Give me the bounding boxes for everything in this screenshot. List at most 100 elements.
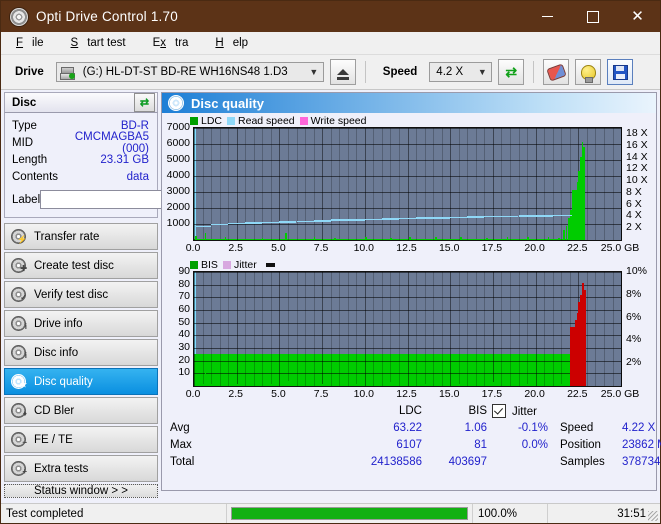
legend-item-jitter: Jitter [222,259,257,271]
chart-bar [287,380,290,386]
sidebar-item-transfer-rate[interactable]: ⚡ Transfer rate [4,223,158,250]
save-button[interactable] [607,59,634,85]
chart-bar [328,238,331,240]
sidebar-item-fe-te[interactable]: ~ FE / TE [4,426,158,453]
chart-bar [349,382,352,386]
sidebar-item-cd-bler[interactable]: ♦ CD Bler [4,397,158,424]
speed-line-segment [467,216,485,218]
gridline-vertical [407,272,409,386]
ldc-chart[interactable]: 1000 2000 3000 4000 5000 6000 7000 2 X4 X6 X8 … [162,121,656,257]
x-tick-label: 22.5 [567,242,588,254]
chart-bar [404,383,406,386]
legend-swatch-write-speed [299,116,308,125]
chart-bar [520,383,522,386]
menu-item-start-test[interactable]: Start test [62,34,144,52]
close-button[interactable]: ✕ [615,1,660,32]
chart-bar [557,237,560,240]
chart-bar [328,382,331,386]
x-tick-label: 7.5 [313,388,329,400]
sidebar-item-disc-quality[interactable]: ★ Disc quality [4,368,158,395]
status-window-button[interactable]: Status window > > [4,484,158,498]
status-bar: Test completed 100.0% 31:51 [1,503,660,523]
sidebar-item-create-test-disc[interactable]: ✚ Create test disc [4,252,158,279]
speed-line-segment [552,214,570,217]
chart-bar [554,382,557,386]
maximize-button[interactable] [570,1,615,32]
y-tick-label: 60 [178,303,190,315]
chart-bar [210,383,212,386]
chart-bar [250,238,253,240]
chart-bar [322,383,324,386]
gridline-horizontal [194,192,621,193]
ldc-speed-axis: 2 X4 X6 X8 X 10 X 12 X 14 X 16 X 18 X [622,127,656,241]
speed-select[interactable]: 4.2 X ▼ [429,62,493,82]
chart-bar [369,238,372,240]
minimize-button[interactable] [525,1,570,32]
menu-item-help[interactable]: Help [206,34,266,52]
disc-row-length: Length 23.31 GB [12,151,151,168]
chart-bar [298,238,300,240]
chart-bar [465,383,468,386]
sidebar-item-disc-info[interactable]: i Disc info [4,339,158,366]
x-tick-label: 5.0 [271,242,286,254]
disc-refresh-button[interactable]: ⇄ [134,93,155,112]
x-tick-label: 10.0 [353,242,375,254]
minimize-icon [542,16,553,17]
sidebar-item-label: Disc quality [34,375,93,388]
stats-header-bis: BIS [468,405,487,417]
y-tick-label: 2000 [166,201,190,213]
chart-bar [199,383,201,386]
sidebar-item-drive-info[interactable]: i Drive info [4,310,158,337]
gridline-vertical [322,272,324,386]
speed-line-segment [381,218,399,220]
jitter-checkbox[interactable] [492,404,506,419]
position-stat-value: 23862 MB [622,439,661,451]
gridline-vertical [501,272,503,386]
x-tick-label: 0.0 [185,388,201,400]
resize-grip[interactable] [648,511,658,521]
status-window-label: Status window > > [34,485,128,497]
drive-select[interactable]: (G:) HL-DT-ST BD-RE WH16NS48 1.D3 ▼ [55,62,324,82]
chart-bar [516,238,519,240]
sidebar-item-extra-tests[interactable]: + Extra tests [4,455,158,482]
y-tick-label: 4000 [166,169,190,181]
drive-select-value: (G:) HL-DT-ST BD-RE WH16NS48 1.D3 [82,66,288,78]
disc-panel-title: Disc [12,96,37,109]
app-window: Opti Drive Control 1.70 ✕ File Start tes… [0,0,661,524]
speed-line-segment [279,221,297,223]
y2-tick-label: 2% [626,356,642,369]
refresh-button[interactable]: ⇄ [498,59,525,85]
chart-bar [223,382,225,386]
gridline-horizontal [194,208,621,209]
chart-bar [344,238,347,240]
gridline-vertical [441,272,443,386]
sidebar-item-verify-test-disc[interactable]: ✓ Verify test disc [4,281,158,308]
bis-chart[interactable]: 10 20 30 40 50 60 70 80 90 2% 4% 6% 8% 10% 0.0 2.5 5.0… [162,265,656,403]
x-tick-label: 2.5 [228,388,243,400]
y-tick-label: 1000 [166,217,190,229]
y-tick-label: 70 [178,290,190,303]
y-tick-label: 20 [178,353,190,366]
stats-avg-ldc: 63.22 [393,422,422,434]
disc-row-key: Length [12,153,48,166]
gridline-horizontal [194,160,621,161]
legend-label-write-speed: Write speed [310,114,367,127]
chart-bar [445,383,447,386]
menu-item-file[interactable]: File [7,34,62,52]
chart-bar [261,237,264,240]
legend-item-read-speed: Read speed [227,115,295,127]
nav-list: ⚡ Transfer rate ✚ Create test disc ✓ Ver… [4,223,158,484]
chart-bar [214,238,217,240]
erase-button[interactable] [543,59,570,85]
gridline-vertical [450,272,452,386]
chart-bar [293,238,295,240]
menu-item-extra[interactable]: Ex tra [144,34,207,52]
chart-bar [257,383,259,386]
drive-icon [59,66,75,80]
eject-button[interactable] [329,59,356,85]
x-tick-label: 2.5 [228,242,243,254]
chart-bar [409,236,411,240]
y-tick-label: 10 [178,366,190,379]
info-button[interactable] [575,59,602,85]
chart-bar [547,383,550,386]
